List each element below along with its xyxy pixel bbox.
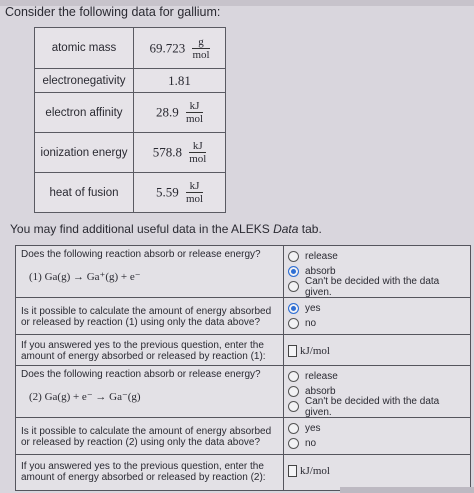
answer-cell: kJ/mol [283, 454, 471, 491]
radio-button[interactable] [288, 371, 299, 382]
table-row: ionization energy 578.8 kJ mol [34, 132, 226, 173]
question-text: Does the following reaction absorb or re… [21, 369, 261, 380]
value-number: 1.81 [168, 73, 191, 88]
unit-fraction: kJ mol [185, 180, 204, 205]
question-row-3: If you answered yes to the previous ques… [15, 334, 471, 366]
row-value: 578.8 kJ mol [133, 132, 226, 173]
unit-fraction: kJ mol [185, 100, 204, 125]
question-row-4: Does the following reaction absorb or re… [15, 365, 471, 418]
radio-button[interactable] [288, 386, 299, 397]
unit-label: kJ/mol [300, 344, 330, 357]
option-cannot-decide[interactable]: Can't be decided with the data given. [288, 276, 466, 298]
note-text: tab. [298, 222, 322, 236]
row-label: electronegativity [34, 68, 134, 93]
bottom-edge [340, 487, 474, 493]
question-cell: Is it possible to calculate the amount o… [15, 297, 284, 335]
unit-fraction: g mol [192, 36, 210, 61]
option-yes[interactable]: yes [288, 421, 466, 436]
table-row: electronegativity 1.81 [34, 68, 226, 93]
table-row: atomic mass 69.723 g mol [34, 27, 226, 69]
reaction-equation: (1) Ga(g) → Ga⁺(g) + e⁻ [29, 271, 141, 283]
row-value: 69.723 g mol [133, 27, 226, 69]
data-table: atomic mass 69.723 g mol electronegativi… [34, 27, 226, 213]
table-row: electron affinity 28.9 kJ mol [34, 92, 226, 133]
question-cell: If you answered yes to the previous ques… [15, 334, 284, 366]
radio-button[interactable] [288, 251, 299, 262]
question-row-1: Does the following reaction absorb or re… [15, 245, 471, 298]
option-yes[interactable]: yes [288, 301, 466, 316]
radio-button-selected[interactable] [288, 266, 299, 277]
value-number: 69.723 [149, 40, 186, 55]
question-cell: Does the following reaction absorb or re… [15, 245, 284, 298]
question-text: Does the following reaction absorb or re… [21, 249, 261, 260]
unit-numerator: kJ [185, 180, 204, 193]
question-text: If you answered yes to the previous ques… [21, 461, 266, 483]
question-cell: Is it possible to calculate the amount o… [15, 417, 284, 455]
table-row: heat of fusion 5.59 kJ mol [34, 172, 226, 213]
row-value: 5.59 kJ mol [133, 172, 226, 213]
unit-denominator: mol [185, 193, 204, 205]
unit-denominator: mol [192, 48, 210, 61]
note-text: You may find additional useful data in t… [10, 222, 274, 236]
unit-numerator: kJ [185, 100, 204, 113]
options-cell: yes no [283, 417, 471, 455]
option-no[interactable]: no [288, 316, 466, 331]
radio-button[interactable] [288, 401, 299, 412]
option-release[interactable]: release [288, 249, 466, 264]
question-text: If you answered yes to the previous ques… [21, 340, 266, 362]
radio-button-selected[interactable] [288, 303, 299, 314]
answer-input-box[interactable] [288, 465, 297, 477]
answer-input-box[interactable] [288, 345, 297, 357]
unit-numerator: g [192, 36, 210, 49]
data-tab-link[interactable]: Data [273, 222, 298, 236]
radio-button[interactable] [288, 438, 299, 449]
unit-denominator: mol [185, 113, 204, 125]
value-number: 5.59 [155, 184, 179, 200]
question-row-5: Is it possible to calculate the amount o… [15, 417, 471, 455]
question-text: Is it possible to calculate the amount o… [21, 306, 272, 328]
options-cell: release absorb Can't be decided with the… [283, 365, 471, 418]
row-label: atomic mass [34, 27, 134, 69]
question-row-2: Is it possible to calculate the amount o… [15, 297, 471, 335]
data-tab-note: You may find additional useful data in t… [10, 222, 322, 236]
options-cell: yes no [283, 297, 471, 335]
options-cell: release absorb Can't be decided with the… [283, 245, 471, 298]
radio-button[interactable] [288, 281, 299, 292]
unit-numerator: kJ [189, 140, 207, 153]
row-value: 1.81 [133, 68, 226, 93]
question-text: Is it possible to calculate the amount o… [21, 426, 272, 448]
energy-input-2[interactable]: kJ/mol [288, 465, 466, 477]
answer-cell: kJ/mol [283, 334, 471, 366]
option-no[interactable]: no [288, 436, 466, 451]
unit-label: kJ/mol [300, 464, 330, 477]
radio-button[interactable] [288, 318, 299, 329]
option-cannot-decide[interactable]: Can't be decided with the data given. [288, 396, 466, 418]
question-cell: Does the following reaction absorb or re… [15, 365, 284, 418]
question-cell: If you answered yes to the previous ques… [15, 454, 284, 491]
value-number: 28.9 [155, 104, 179, 120]
option-release[interactable]: release [288, 369, 466, 384]
row-label: heat of fusion [34, 172, 134, 213]
row-value: 28.9 kJ mol [133, 92, 226, 133]
energy-input-1[interactable]: kJ/mol [288, 345, 466, 357]
question-row-6: If you answered yes to the previous ques… [15, 454, 471, 491]
row-label: ionization energy [34, 132, 134, 173]
unit-denominator: mol [189, 153, 207, 165]
row-label: electron affinity [34, 92, 134, 133]
unit-fraction: kJ mol [189, 140, 207, 165]
page-title: Consider the following data for gallium: [5, 5, 221, 19]
reaction-equation: (2) Ga(g) + e⁻ → Ga⁻(g) [29, 391, 141, 403]
value-number: 578.8 [152, 144, 182, 160]
question-table: Does the following reaction absorb or re… [15, 245, 471, 491]
radio-button[interactable] [288, 423, 299, 434]
